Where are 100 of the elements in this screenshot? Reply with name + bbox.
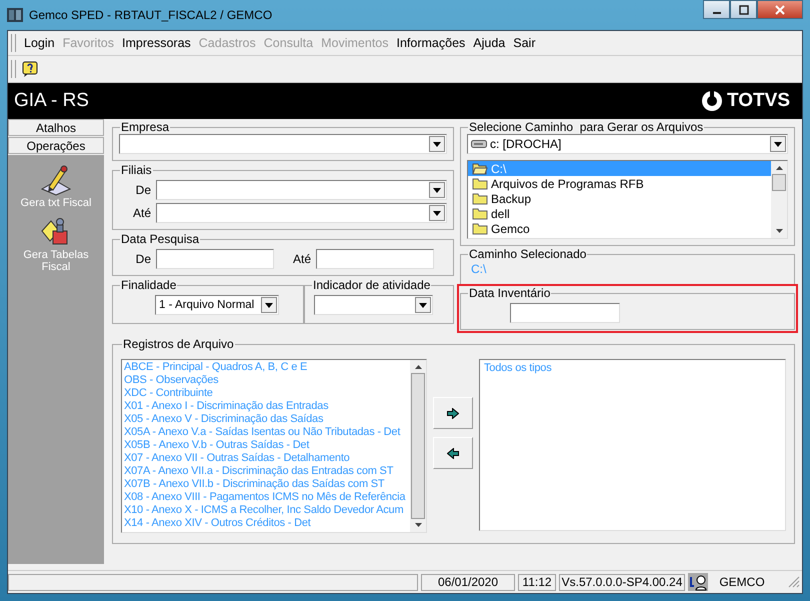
maximize-button[interactable] — [730, 0, 757, 19]
date-field[interactable] — [316, 249, 434, 269]
folder-item[interactable]: Arquivos de Programas RFB — [468, 176, 771, 191]
right-arrow-icon — [447, 408, 459, 418]
group-label: Selecione Caminho para Gerar os Arquivos — [468, 121, 704, 134]
date-field[interactable] — [156, 249, 274, 269]
sidebar-tab[interactable]: Operações — [8, 137, 104, 154]
close-button[interactable] — [757, 0, 803, 19]
folder-item[interactable]: Backup — [468, 191, 771, 206]
date-field[interactable] — [510, 303, 620, 323]
resize-grip-icon — [788, 576, 800, 588]
close-icon — [775, 4, 785, 14]
scrollbar-thumb[interactable] — [772, 174, 786, 191]
available-list[interactable] — [121, 359, 427, 533]
dropdown-field[interactable] — [156, 180, 447, 200]
menu-item[interactable]: Sair — [509, 36, 540, 50]
selected-path: C:\ — [470, 261, 488, 278]
help-button[interactable] — [20, 59, 40, 79]
scrollbar[interactable] — [771, 161, 787, 238]
list-item[interactable]: X14 - Anexo XIV - Outros Créditos - Det — [122, 517, 410, 530]
group-label: Indicador de atividade — [312, 279, 432, 292]
status-time: 11:12 — [518, 574, 556, 590]
list-item[interactable]: Todos os tipos — [482, 362, 783, 375]
list-item[interactable]: X07B - Anexo VII.b - Discriminação das Saídas com ST — [122, 478, 410, 491]
logo-icon — [701, 90, 723, 112]
group-label: Data Pesquisa — [120, 233, 200, 246]
group-label: Caminho Selecionado — [468, 248, 588, 261]
list-item[interactable]: X07 - Anexo VII - Outras Saídas - Detalhamento — [122, 452, 410, 465]
list-item[interactable]: XDC - Contribuinte — [122, 387, 410, 400]
list-item[interactable]: X05B - Anexo V.b - Outras Saídas - Det — [122, 439, 410, 452]
dropdown-button[interactable] — [429, 136, 445, 152]
dropdown-field[interactable] — [119, 134, 447, 154]
group-label: Finalidade — [120, 279, 178, 292]
left-arrow-icon — [447, 448, 459, 458]
folder-item[interactable]: Gemco — [468, 221, 771, 236]
caret-icon — [419, 302, 427, 308]
dropdown-button[interactable] — [429, 205, 445, 221]
app-icon — [7, 7, 23, 23]
list-item[interactable]: OBS - Observações — [122, 374, 410, 387]
sidebar-item[interactable]: Gera Tabelas Fiscal — [11, 215, 101, 273]
caret-icon — [433, 188, 441, 192]
field-label: Até — [132, 206, 151, 220]
dropdown-field[interactable] — [156, 203, 447, 223]
menu-item[interactable]: Login — [20, 36, 59, 50]
scrollbar[interactable] — [410, 360, 426, 532]
drive-dropdown[interactable]: c: [DROCHA] — [467, 134, 788, 154]
scroll-up-icon — [414, 365, 422, 369]
pencil-icon — [39, 163, 73, 197]
dropdown-field[interactable]: 1 - Arquivo Normal — [155, 295, 279, 315]
group-label: Data Inventário — [468, 287, 552, 300]
status-user: GEMCO — [718, 574, 766, 590]
sidebar-tab[interactable]: Atalhos — [8, 119, 104, 136]
dropdown-field[interactable] — [314, 295, 433, 315]
list-item[interactable]: ABCE - Principal - Quadros A, B, C e E — [122, 361, 410, 374]
remove-button[interactable] — [433, 437, 473, 469]
scroll-up-icon — [776, 166, 782, 170]
dropdown-button[interactable] — [770, 136, 786, 152]
drive-icon — [471, 139, 487, 149]
list-item[interactable]: X10 - Anexo X - ICMS a Recolher, Inc Saldo Devedor Acum — [122, 504, 410, 517]
dropdown-button[interactable] — [429, 182, 445, 198]
caret-icon — [433, 142, 441, 146]
folder-list[interactable]: C:\ Arquivos de Programas RFB Backup dell Gemco — [467, 160, 788, 239]
menu-item[interactable]: Informações — [392, 36, 470, 50]
field-label: De — [134, 183, 151, 197]
minimize-button[interactable] — [703, 0, 730, 19]
sidebar-item[interactable]: Gera txt Fiscal — [11, 163, 101, 209]
menu-item[interactable]: Ajuda — [469, 36, 510, 50]
minimize-icon — [712, 12, 720, 14]
menu-item[interactable]: Impressoras — [118, 36, 195, 50]
status-version: Vs.57.0.0.0-SP4.00.24 — [559, 574, 685, 590]
field-label: Até — [292, 252, 311, 266]
status-date: 06/01/2020 — [421, 574, 515, 590]
page-title: GIA - RS — [14, 90, 89, 112]
user-icon — [688, 573, 708, 591]
scroll-down-icon — [414, 523, 422, 527]
scroll-down-icon — [776, 229, 782, 233]
selected-list[interactable]: Todos os tipos — [479, 359, 786, 531]
list-item[interactable]: X05 - Anexo V - Discriminação das Saídas — [122, 413, 410, 426]
group-label: Registros de Arquivo — [122, 338, 235, 351]
help-icon — [22, 61, 38, 77]
group-label: Empresa — [120, 121, 170, 134]
list-item[interactable]: X07A - Anexo VII.a - Discriminação das Entradas com ST — [122, 465, 410, 478]
caret-icon — [433, 210, 441, 216]
folder-icon — [472, 207, 488, 220]
folder-item[interactable]: C:\ — [468, 161, 771, 176]
add-button[interactable] — [433, 397, 473, 429]
list-item[interactable]: X01 - Anexo I - Discriminação das Entradas — [122, 400, 410, 413]
caret-icon — [774, 142, 782, 146]
dropdown-button[interactable] — [261, 297, 277, 313]
window-title: Gemco SPED - RBTAUT_FISCAL2 / GEMCO — [29, 8, 272, 22]
caret-icon — [265, 302, 273, 308]
folder-icon — [472, 192, 488, 205]
list-item[interactable]: X08 - Anexo VIII - Pagamentos ICMS no Mês de Referência — [122, 491, 410, 504]
scrollbar-thumb[interactable] — [411, 373, 425, 519]
folder-item[interactable]: dell — [468, 206, 771, 221]
dropdown-button[interactable] — [415, 297, 431, 313]
field-label: De — [134, 252, 151, 266]
folder-icon — [472, 222, 488, 235]
logo-text: TOTVS — [727, 90, 790, 112]
list-item[interactable]: X05A - Anexo V.a - Saídas Isentas ou Não Tributadas - Det — [122, 426, 410, 439]
